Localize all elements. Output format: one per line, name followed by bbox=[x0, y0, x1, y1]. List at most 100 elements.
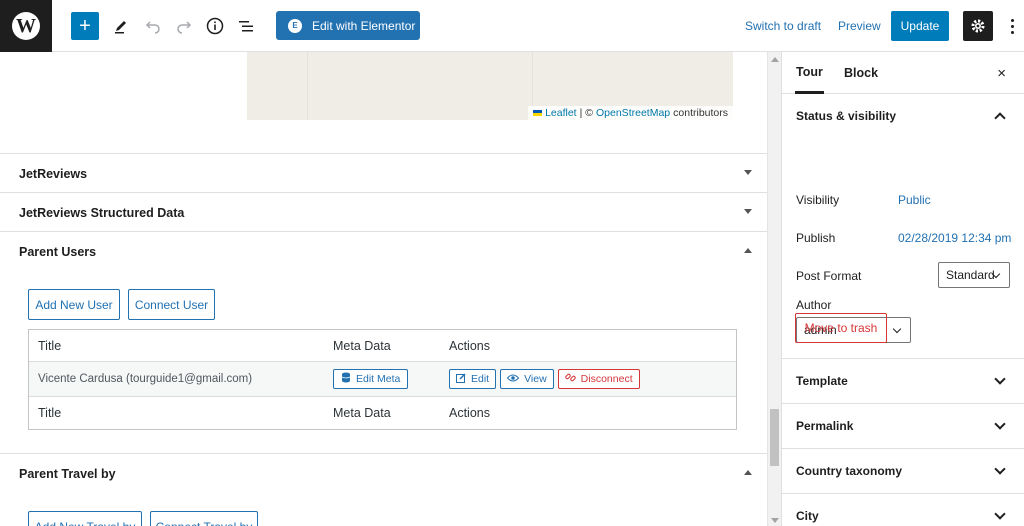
panel-jetreviews-structured: JetReviews Structured Data bbox=[0, 192, 767, 232]
view-row-button[interactable]: View bbox=[500, 369, 554, 389]
column-actions: Actions bbox=[449, 338, 490, 353]
template-toggle[interactable]: Template bbox=[782, 359, 1024, 403]
parent-users-table: Title Meta Data Actions Vicente Cardusa … bbox=[28, 329, 737, 430]
connect-travel-button[interactable]: Connect Travel by bbox=[150, 511, 258, 526]
status-visibility-toggle[interactable]: Status & visibility bbox=[782, 94, 1024, 138]
panel-title: Parent Travel by bbox=[19, 466, 116, 481]
attribution-contributors: contributors bbox=[673, 107, 728, 119]
caret-up-icon bbox=[744, 470, 752, 475]
column-title: Title bbox=[38, 338, 62, 353]
scroll-up-arrow-icon[interactable] bbox=[771, 57, 779, 62]
scroll-down-arrow-icon[interactable] bbox=[771, 518, 779, 523]
sidebar-tabs: Tour Block × bbox=[782, 52, 1024, 94]
chevron-up-icon bbox=[994, 112, 1006, 124]
author-label: Author bbox=[796, 298, 832, 312]
column-meta-data: Meta Data bbox=[333, 338, 391, 353]
visibility-label: Visibility bbox=[796, 193, 840, 207]
redo-icon[interactable] bbox=[170, 12, 198, 40]
actions-cell: Edit View Disconnect bbox=[449, 362, 644, 396]
editor-content: Leaflet | © OpenStreetMap contributors J… bbox=[0, 52, 767, 526]
list-view-icon[interactable] bbox=[232, 12, 260, 40]
row-title: Vicente Cardusa (tourguide1@gmail.com) bbox=[38, 373, 253, 385]
section-title: City bbox=[796, 509, 819, 523]
info-icon[interactable] bbox=[201, 12, 229, 40]
publish-date-value[interactable]: 02/28/2019 12:34 pm bbox=[898, 231, 1011, 245]
leaflet-link[interactable]: Leaflet bbox=[545, 107, 577, 119]
caret-up-icon bbox=[744, 248, 752, 253]
wordpress-logo-mark: W bbox=[12, 12, 40, 40]
settings-sidebar: Tour Block × Status & visibility Visibil… bbox=[781, 52, 1024, 526]
post-format-value: Standard bbox=[946, 268, 995, 282]
map-preview[interactable]: Leaflet | © OpenStreetMap contributors bbox=[247, 52, 733, 120]
table-row: Vicente Cardusa (tourguide1@gmail.com) E… bbox=[29, 362, 736, 397]
elementor-icon: E bbox=[288, 18, 302, 33]
add-new-travel-button[interactable]: Add New Travel by bbox=[28, 511, 142, 526]
panel-title: JetReviews bbox=[19, 166, 88, 181]
panel-toggle-jetreviews-structured[interactable]: JetReviews Structured Data bbox=[0, 193, 767, 232]
table-header: Title Meta Data Actions bbox=[29, 330, 736, 362]
publish-label: Publish bbox=[796, 231, 836, 245]
section-title: Template bbox=[796, 374, 848, 388]
view-label: View bbox=[524, 373, 547, 385]
wordpress-logo-icon[interactable]: W bbox=[0, 0, 52, 52]
section-title: Country taxonomy bbox=[796, 464, 903, 478]
tab-tour[interactable]: Tour bbox=[795, 52, 824, 94]
edit-meta-button[interactable]: Edit Meta bbox=[333, 369, 409, 389]
country-taxonomy-toggle[interactable]: Country taxonomy bbox=[782, 449, 1024, 493]
gear-icon[interactable] bbox=[963, 11, 993, 41]
chevron-down-icon bbox=[994, 508, 1006, 520]
ukraine-flag-icon bbox=[533, 110, 543, 116]
visibility-value[interactable]: Public bbox=[898, 193, 931, 207]
openstreetmap-link[interactable]: OpenStreetMap bbox=[596, 107, 670, 119]
more-vertical-icon[interactable] bbox=[1005, 14, 1019, 38]
broken-link-icon bbox=[564, 372, 576, 386]
post-format-select[interactable]: Standard bbox=[938, 262, 1010, 288]
caret-down-icon bbox=[744, 170, 752, 175]
update-button[interactable]: Update bbox=[891, 11, 949, 41]
permalink-section: Permalink bbox=[782, 404, 1024, 449]
chevron-down-icon bbox=[994, 418, 1006, 430]
move-to-trash-button[interactable]: Move to trash bbox=[795, 313, 887, 343]
scroll-thumb[interactable] bbox=[770, 409, 779, 466]
edit-meta-label: Edit Meta bbox=[356, 373, 401, 385]
chevron-down-icon bbox=[892, 324, 902, 334]
city-toggle[interactable]: City bbox=[782, 494, 1024, 526]
add-block-button[interactable]: + bbox=[71, 12, 99, 40]
column-title: Title bbox=[38, 406, 62, 420]
switch-to-draft-button[interactable]: Switch to draft bbox=[745, 19, 821, 33]
eye-icon bbox=[506, 374, 520, 385]
panel-toggle-parent-travel[interactable]: Parent Travel by bbox=[0, 454, 767, 493]
meta-cell: Edit Meta bbox=[333, 362, 412, 396]
section-title: Status & visibility bbox=[796, 109, 897, 123]
column-meta-data: Meta Data bbox=[333, 406, 391, 420]
disconnect-label: Disconnect bbox=[580, 373, 633, 385]
permalink-toggle[interactable]: Permalink bbox=[782, 404, 1024, 448]
close-icon[interactable]: × bbox=[997, 65, 1006, 82]
panel-title: JetReviews Structured Data bbox=[19, 205, 185, 220]
city-section: City bbox=[782, 494, 1024, 526]
edit-with-elementor-label: Edit with Elementor bbox=[312, 18, 416, 33]
edit-icon bbox=[456, 372, 466, 386]
panel-jetreviews: JetReviews bbox=[0, 153, 767, 193]
pen-icon[interactable] bbox=[107, 12, 135, 40]
section-title: Permalink bbox=[796, 419, 854, 433]
database-icon bbox=[341, 372, 351, 386]
content-scrollbar[interactable] bbox=[767, 52, 781, 526]
edit-row-button[interactable]: Edit bbox=[449, 369, 497, 389]
country-taxonomy-section: Country taxonomy bbox=[782, 449, 1024, 494]
caret-down-icon bbox=[744, 209, 752, 214]
undo-icon[interactable] bbox=[139, 12, 167, 40]
chevron-down-icon bbox=[994, 463, 1006, 475]
panel-title: Parent Users bbox=[19, 244, 97, 259]
map-attribution: Leaflet | © OpenStreetMap contributors bbox=[528, 106, 733, 120]
attribution-separator: | © bbox=[579, 107, 593, 119]
panel-toggle-jetreviews[interactable]: JetReviews bbox=[0, 154, 767, 193]
preview-button[interactable]: Preview bbox=[838, 19, 881, 33]
tab-block[interactable]: Block bbox=[844, 52, 878, 94]
connect-user-button[interactable]: Connect User bbox=[128, 289, 215, 320]
edit-with-elementor-button[interactable]: E Edit with Elementor bbox=[276, 11, 420, 40]
add-new-user-button[interactable]: Add New User bbox=[28, 289, 120, 320]
chevron-down-icon bbox=[994, 373, 1006, 385]
panel-toggle-parent-users[interactable]: Parent Users bbox=[0, 232, 767, 271]
disconnect-row-button[interactable]: Disconnect bbox=[557, 369, 640, 389]
